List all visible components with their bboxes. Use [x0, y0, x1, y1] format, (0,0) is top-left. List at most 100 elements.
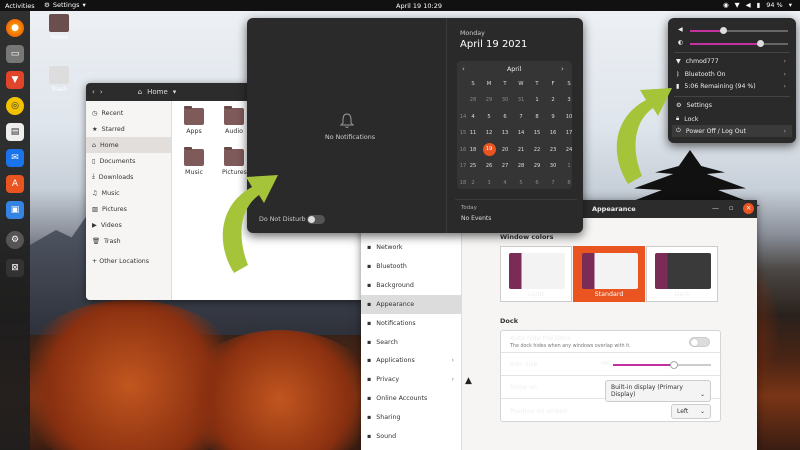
calendar-day[interactable]: 8 [529, 114, 545, 120]
bluetooth-item[interactable]: ᛒ Bluetooth On › [676, 71, 792, 78]
screenshot-icon[interactable]: ▣ [6, 201, 24, 219]
calendar-day[interactable]: 6 [529, 180, 545, 186]
files-sidebar-videos[interactable]: ▶ Videos [86, 217, 171, 233]
calendar-day[interactable]: 1 [561, 163, 577, 169]
calendar-day[interactable]: 8 [561, 180, 577, 186]
forward-button[interactable]: › [100, 88, 103, 96]
theme-light[interactable]: Light [500, 246, 572, 302]
calendar-day[interactable]: 28 [465, 97, 481, 103]
wifi-item[interactable]: ▼ chmod777 › [676, 58, 792, 65]
calendar-day[interactable]: 31 [513, 97, 529, 103]
app-menu[interactable]: ⚙ Settings ▾ [44, 1, 86, 9]
calendar-day[interactable]: 4 [465, 114, 481, 120]
folder-apps[interactable]: Apps [182, 106, 206, 135]
calendar-day[interactable]: 25 [465, 163, 481, 169]
firefox-icon[interactable]: ● [6, 19, 24, 37]
calendar-day[interactable]: 24 [561, 147, 577, 153]
calendar-day[interactable]: 5 [481, 114, 497, 120]
calendar-day[interactable]: 1 [529, 97, 545, 103]
folder-music[interactable]: Music [182, 147, 206, 176]
software-icon[interactable]: A [6, 175, 24, 193]
calendar-day[interactable]: 3 [561, 97, 577, 103]
icon-size-slider[interactable] [613, 361, 711, 369]
calendar-day[interactable]: 13 [497, 130, 513, 136]
files-sidebar-music[interactable]: ♫ Music [86, 185, 171, 201]
calendar-day[interactable]: 6 [497, 114, 513, 120]
sidebar-item-network[interactable]: ▪ Network [361, 238, 462, 257]
sidebar-item-search[interactable]: ▪ Search [361, 333, 462, 352]
calendar-day[interactable]: 11 [465, 130, 481, 136]
calendar-day[interactable]: 23 [545, 147, 561, 153]
files-sidebar-trash[interactable]: 🗑︎ Trash [86, 233, 171, 249]
power-item[interactable]: ⏻ Power Off / Log Out › [672, 125, 792, 137]
minimize-button[interactable]: — [712, 204, 719, 212]
calendar-prev-button[interactable]: ‹ [462, 65, 465, 73]
calendar-day[interactable]: 4 [497, 180, 513, 186]
files-sidebar-other-locations[interactable]: + Other Locations [86, 253, 171, 269]
theme-dark[interactable]: Dark [646, 246, 718, 302]
calendar-day[interactable]: 9 [545, 114, 561, 120]
autohide-toggle[interactable] [689, 337, 710, 347]
calendar-day[interactable]: 5 [513, 180, 529, 186]
events-section[interactable]: Today No Events [455, 199, 577, 227]
calendar-next-button[interactable]: › [561, 65, 564, 73]
calendar-day[interactable]: 3 [481, 180, 497, 186]
calendar-day[interactable]: 7 [545, 180, 561, 186]
calendar-day[interactable]: 17 [561, 130, 577, 136]
calendar-day[interactable]: 18 [465, 147, 481, 153]
calendar-day[interactable]: 7 [513, 114, 529, 120]
brightness-slider[interactable] [690, 40, 788, 47]
calendar-day[interactable]: 30 [497, 97, 513, 103]
activities-button[interactable]: Activities [5, 2, 35, 10]
folder-audio[interactable]: Audio [222, 106, 246, 135]
calendar-day[interactable]: 27 [497, 163, 513, 169]
files-icon[interactable]: ▭ [6, 45, 24, 63]
calendar-day[interactable]: 26 [481, 163, 497, 169]
thunderbird-icon[interactable]: ✉ [6, 149, 24, 167]
sidebar-item-online-accounts[interactable]: ▪ Online Accounts [361, 389, 462, 408]
calendar-date[interactable]: April 19 2021 [460, 39, 527, 50]
lock-item[interactable]: 🔒︎ Lock [676, 115, 792, 123]
system-tray[interactable]: ◉ ▼ ◀ ▮ 94 % ▾ [723, 1, 792, 9]
brightness-slider-knob[interactable] [756, 40, 764, 47]
calendar-day[interactable]: 22 [529, 147, 545, 153]
calendar-day[interactable]: 2 [465, 180, 481, 186]
calendar-day[interactable]: 2 [545, 97, 561, 103]
sidebar-item-sound[interactable]: ▪ Sound [361, 427, 462, 446]
files-sidebar-downloads[interactable]: ⤓ Downloads [86, 169, 171, 185]
calendar-day[interactable]: 21 [513, 147, 529, 153]
sidebar-item-appearance[interactable]: ▪ Appearance [361, 294, 462, 314]
calendar-day[interactable]: 20 [497, 147, 513, 153]
chevron-down-icon[interactable]: ▾ [173, 88, 177, 96]
writer-icon[interactable]: ▤ [6, 123, 24, 141]
maximize-button[interactable]: ▫ [729, 204, 734, 212]
calendar-day-today[interactable]: 19 [482, 142, 496, 156]
calendar-day[interactable]: 12 [481, 130, 497, 136]
calendar-day[interactable]: 29 [481, 97, 497, 103]
back-button[interactable]: ‹ [92, 88, 95, 96]
calendar-day[interactable]: 16 [545, 130, 561, 136]
desktop-home[interactable]: Home [44, 14, 74, 41]
files-sidebar-recent[interactable]: ◷ Recent [86, 105, 171, 121]
calendar-day[interactable]: 30 [545, 163, 561, 169]
calendar-day[interactable]: 29 [529, 163, 545, 169]
files-sidebar-starred[interactable]: ★ Starred [86, 121, 171, 137]
sidebar-item-bluetooth[interactable]: ▪ Bluetooth [361, 257, 462, 276]
theme-standard[interactable]: Standard [573, 246, 645, 302]
path-bar-home[interactable]: Home [147, 88, 168, 96]
battery-item[interactable]: ▮ 5:06 Remaining (94 %) › [676, 83, 792, 90]
sidebar-item-privacy[interactable]: ▪ Privacy › [361, 370, 462, 389]
sidebar-item-notifications[interactable]: ▪ Notifications [361, 314, 462, 333]
files-sidebar-home[interactable]: ⌂ Home [86, 137, 171, 153]
apps-grid-icon[interactable]: ⊠ [6, 259, 24, 277]
settings-item[interactable]: ⚙ Settings [676, 102, 792, 109]
close-button[interactable]: × [743, 203, 754, 214]
sidebar-item-sharing[interactable]: ▪ Sharing [361, 408, 462, 427]
clock[interactable]: April 19 10:29 [396, 2, 442, 10]
settings-icon[interactable]: ⚙ [6, 231, 24, 249]
icon-size-slider-knob[interactable] [669, 361, 678, 369]
calendar-day[interactable]: 15 [529, 130, 545, 136]
sidebar-item-background[interactable]: ▪ Background [361, 276, 462, 295]
position-dropdown[interactable]: Left ⌄ [671, 404, 711, 419]
dnd-toggle[interactable] [307, 215, 325, 224]
